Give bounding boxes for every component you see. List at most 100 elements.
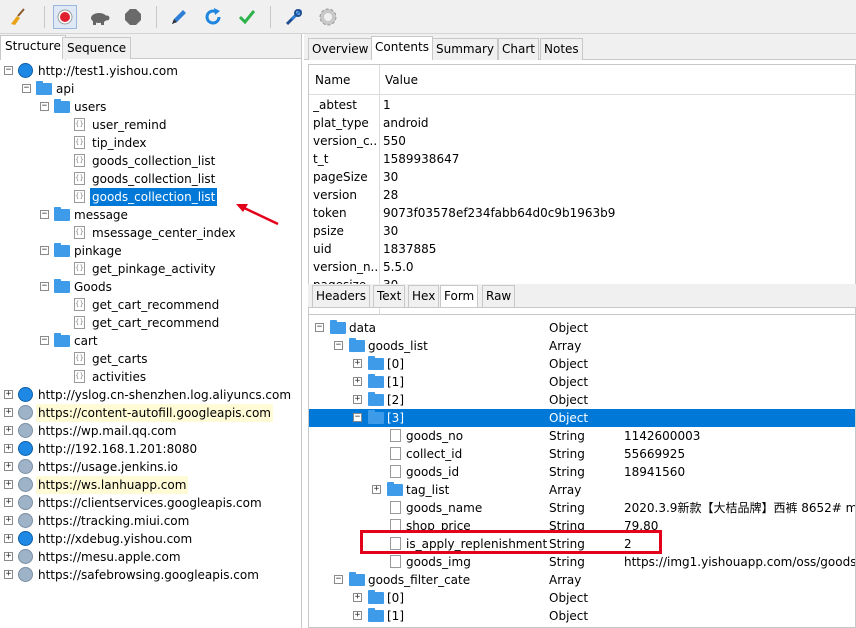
form-row[interactable]: + [0] Object <box>309 589 855 607</box>
form-row[interactable]: − data Object <box>309 319 855 337</box>
tree-item-endpoint[interactable]: {} goods_collection_list <box>0 170 300 188</box>
tree-item-folder[interactable]: − Goods <box>0 278 300 296</box>
tab-text[interactable]: Text <box>373 285 406 307</box>
broom-icon[interactable] <box>6 5 30 29</box>
expand-icon[interactable]: + <box>372 485 381 494</box>
tree-item-host[interactable]: + http://192.168.1.201:8080 <box>0 440 300 458</box>
settings-icon[interactable] <box>316 5 340 29</box>
tree-item-host[interactable]: + https://safebrowsing.googleapis.com <box>0 566 300 584</box>
tab-notes[interactable]: Notes <box>540 38 583 60</box>
form-row[interactable]: + [0] Object <box>309 355 855 373</box>
tree-item-folder[interactable]: − users <box>0 98 300 116</box>
expand-icon[interactable]: + <box>4 408 13 417</box>
tools-icon[interactable] <box>282 5 306 29</box>
tab-headers[interactable]: Headers <box>312 285 370 307</box>
param-row[interactable]: t_t 1589938647 <box>309 150 855 168</box>
param-row[interactable]: uid 1837885 <box>309 240 855 258</box>
form-row[interactable]: goods_img String https://img1.yishouapp.co… <box>309 553 855 571</box>
collapse-icon[interactable]: − <box>4 66 13 75</box>
tree-item-host[interactable]: + https://clientservices.googleapis.com <box>0 494 300 512</box>
expand-icon[interactable]: + <box>353 611 362 620</box>
expand-icon[interactable]: + <box>353 395 362 404</box>
form-row[interactable]: + [2] Object <box>309 391 855 409</box>
tree-item-endpoint[interactable]: {} goods_collection_list <box>0 152 300 170</box>
tree-item-folder[interactable]: − pinkage <box>0 242 300 260</box>
tree-item-endpoint[interactable]: {} get_carts <box>0 350 300 368</box>
expand-icon[interactable]: + <box>353 359 362 368</box>
tree-item-endpoint[interactable]: {} get_cart_recommend <box>0 296 300 314</box>
param-row[interactable]: pageSize 30 <box>309 168 855 186</box>
expand-icon[interactable]: + <box>4 552 13 561</box>
tab-structure[interactable]: Structure <box>0 35 66 60</box>
tree-item-host[interactable]: + https://wp.mail.qq.com <box>0 422 300 440</box>
form-row[interactable]: − [3] Object <box>309 409 855 427</box>
tab-contents[interactable]: Contents <box>371 36 433 60</box>
check-icon[interactable] <box>235 5 259 29</box>
expand-icon[interactable]: + <box>4 390 13 399</box>
tree-item-host[interactable]: + http://xdebug.yishou.com <box>0 530 300 548</box>
form-row[interactable]: + [1] Object <box>309 373 855 391</box>
collapse-icon[interactable]: − <box>40 210 49 219</box>
collapse-icon[interactable]: − <box>40 282 49 291</box>
turtle-icon[interactable] <box>87 5 111 29</box>
tree-item-endpoint[interactable]: {} activities <box>0 368 300 386</box>
stop-icon[interactable] <box>121 5 145 29</box>
tree-item-endpoint[interactable]: {} tip_index <box>0 134 300 152</box>
collapse-icon[interactable]: − <box>40 336 49 345</box>
tree-item-host[interactable]: + https://mesu.apple.com <box>0 548 300 566</box>
param-row[interactable]: _abtest 1 <box>309 96 855 114</box>
expand-icon[interactable]: + <box>4 534 13 543</box>
form-row[interactable]: goods_name String 2020.3.9新款【大桔品牌】西裤 8652#… <box>309 499 855 517</box>
tab-form[interactable]: Form <box>440 285 479 307</box>
tree-item-endpoint[interactable]: {} get_cart_recommend <box>0 314 300 332</box>
header-name[interactable]: Name <box>315 73 350 87</box>
param-row[interactable]: version_n... 5.5.0 <box>309 258 855 276</box>
tree-item-host[interactable]: + https://ws.lanhuapp.com <box>0 476 300 494</box>
collapse-icon[interactable]: − <box>334 575 343 584</box>
param-row[interactable]: plat_type android <box>309 114 855 132</box>
tab-chart[interactable]: Chart <box>498 38 539 60</box>
tree-item-host[interactable]: + https://tracking.miui.com <box>0 512 300 530</box>
refresh-icon[interactable] <box>201 5 225 29</box>
form-row[interactable]: collect_id String 55669925 <box>309 445 855 463</box>
form-row[interactable]: goods_id String 18941560 <box>309 463 855 481</box>
tree-item-folder[interactable]: − api <box>0 80 300 98</box>
tree-item-host[interactable]: + https://usage.jenkins.io <box>0 458 300 476</box>
tree-item-endpoint[interactable]: {} get_pinkage_activity <box>0 260 300 278</box>
tab-sequence[interactable]: Sequence <box>62 37 132 59</box>
expand-icon[interactable]: + <box>4 426 13 435</box>
tree-item-host[interactable]: − http://test1.yishou.com <box>0 62 300 80</box>
expand-icon[interactable]: + <box>4 444 13 453</box>
param-row[interactable]: version_c... 550 <box>309 132 855 150</box>
form-row[interactable]: + [1] Object <box>309 607 855 625</box>
pen-icon[interactable] <box>167 5 191 29</box>
param-row[interactable]: version 28 <box>309 186 855 204</box>
header-value[interactable]: Value <box>385 73 418 87</box>
tree-item-host[interactable]: + http://yslog.cn-shenzhen.log.aliyuncs.c… <box>0 386 300 404</box>
collapse-icon[interactable]: − <box>40 102 49 111</box>
collapse-icon[interactable]: − <box>40 246 49 255</box>
record-icon[interactable] <box>53 5 77 29</box>
form-row[interactable]: − goods_list Array <box>309 337 855 355</box>
param-row[interactable]: psize 30 <box>309 222 855 240</box>
tab-raw[interactable]: Raw <box>482 285 516 307</box>
tree-item-host[interactable]: + https://content-autofill.googleapis.com <box>0 404 300 422</box>
form-row[interactable]: goods_no String 1142600003 <box>309 427 855 445</box>
expand-icon[interactable]: + <box>4 480 13 489</box>
expand-icon[interactable]: + <box>353 593 362 602</box>
expand-icon[interactable]: + <box>4 570 13 579</box>
form-row[interactable]: − goods_filter_cate Array <box>309 571 855 589</box>
tree-item-folder[interactable]: − cart <box>0 332 300 350</box>
collapse-icon[interactable]: − <box>353 413 362 422</box>
collapse-icon[interactable]: − <box>334 341 343 350</box>
tree-item-endpoint[interactable]: {} user_remind <box>0 116 300 134</box>
form-row[interactable]: + tag_list Array <box>309 481 855 499</box>
tab-overview[interactable]: Overview <box>308 38 373 60</box>
expand-icon[interactable]: + <box>4 516 13 525</box>
collapse-icon[interactable]: − <box>22 84 31 93</box>
tab-hex[interactable]: Hex <box>408 285 440 307</box>
expand-icon[interactable]: + <box>353 377 362 386</box>
expand-icon[interactable]: + <box>4 462 13 471</box>
param-row[interactable]: token 9073f03578ef234fabb64d0c9b1963b9 <box>309 204 855 222</box>
tab-summary[interactable]: Summary <box>432 38 498 60</box>
